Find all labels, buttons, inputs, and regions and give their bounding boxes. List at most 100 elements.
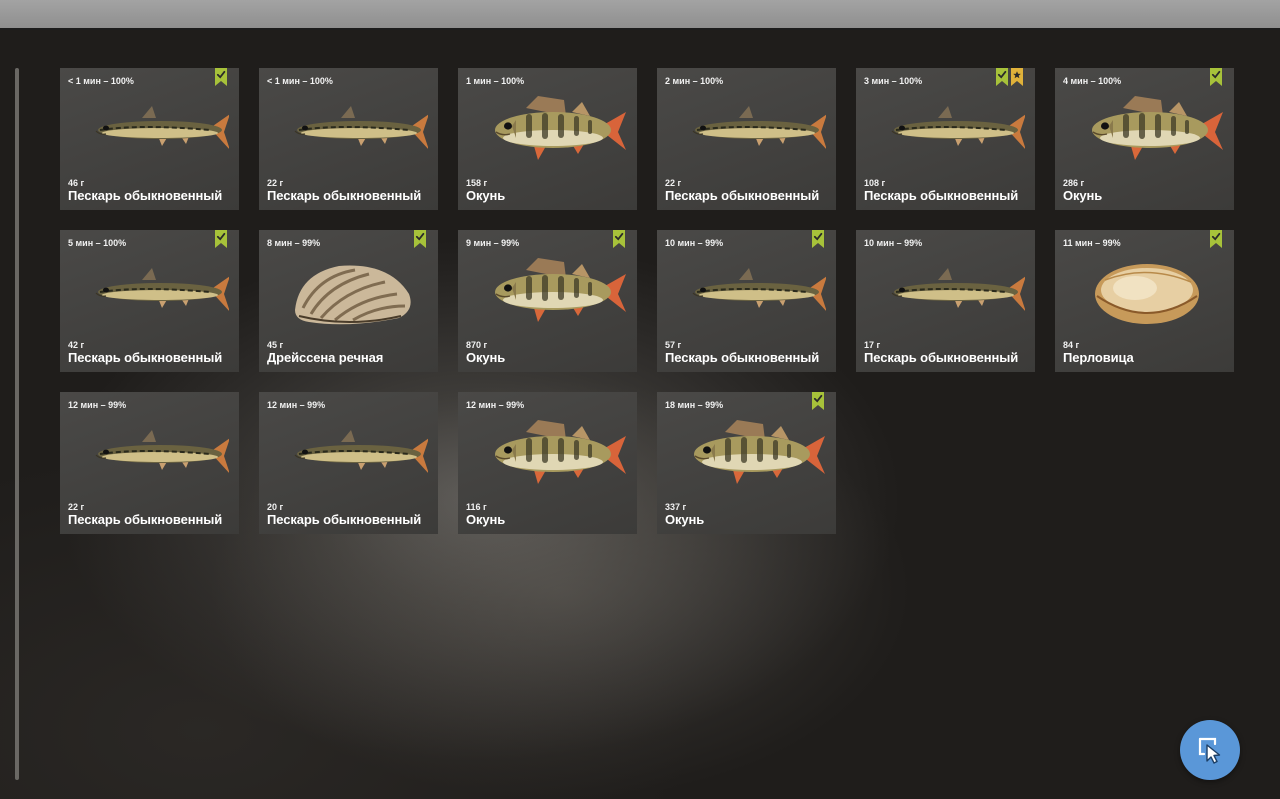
catch-image [495,420,626,484]
checkmark-bookmark-icon [215,230,227,248]
catch-image [294,106,428,149]
catch-image [495,96,626,160]
catch-time-quality: 5 мин – 100% [68,238,127,248]
catch-species-name: Окунь [466,350,506,365]
catch-image [692,106,826,149]
catch-time-quality: 10 мин – 99% [665,238,724,248]
catch-image [294,430,428,473]
checkmark-bookmark-icon [613,230,625,248]
checkmark-bookmark-icon [215,68,227,86]
badges [812,392,824,410]
catch-species-name: Пескарь обыкновенный [864,350,1019,365]
catch-weight: 46 г [68,178,85,188]
perch-drawing [1092,96,1223,160]
catch-card[interactable]: 12 мин – 99% 22 г Пескарь обыкновенный [60,392,239,534]
catch-card[interactable]: 5 мин – 100% 42 г Пескарь обыкновенный [60,230,239,372]
catch-image [95,106,229,149]
catch-species-name: Пескарь обыкновенный [665,188,820,203]
catch-card[interactable]: 12 мин – 99% 20 г Пескарь обыкновенный [259,392,438,534]
catch-weight: 337 г [665,502,687,512]
catch-weight: 42 г [68,340,85,350]
catch-card[interactable]: 1 мин – 100% 158 г Окунь [458,68,637,210]
gudgeon-drawing [891,106,1025,149]
catch-image [1092,96,1223,160]
catch-species-name: Дрейссена речная [267,350,384,365]
catch-image [891,268,1025,311]
checkmark-bookmark-icon [996,68,1008,86]
catch-time-quality: 9 мин – 99% [466,238,520,248]
gudgeon-drawing [95,268,229,311]
catch-image [891,106,1025,149]
catch-card[interactable]: 9 мин – 99% 870 г Окунь [458,230,637,372]
gudgeon-drawing [294,106,428,149]
catch-weight: 286 г [1063,178,1085,188]
badges [1210,230,1222,248]
catch-card[interactable]: 3 мин – 100% 108 г Пескарь обыкновенный [856,68,1035,210]
gudgeon-drawing [692,106,826,149]
zebra-mussel-drawing [295,265,411,325]
catch-image [95,268,229,311]
badges [1210,68,1222,86]
catch-grid: < 1 мин – 100% 46 г Пескарь обыкновенный… [60,68,1234,534]
checkmark-bookmark-icon [414,230,426,248]
catch-weight: 84 г [1063,340,1080,350]
catch-weight: 116 г [466,502,487,512]
catch-species-name: Окунь [466,512,506,527]
gudgeon-drawing [692,268,826,311]
catch-species-name: Окунь [665,512,705,527]
catch-time-quality: 11 мин – 99% [1063,238,1121,248]
badges [613,230,625,248]
badges [215,68,227,86]
catch-weight: 108 г [864,178,886,188]
catch-species-name: Окунь [1063,188,1103,203]
catch-species-name: Пескарь обыкновенный [68,350,223,365]
catch-card[interactable]: 18 мин – 99% 337 г Окунь [657,392,836,534]
checkmark-bookmark-icon [812,392,824,410]
perch-drawing [495,258,626,322]
catch-weight: 158 г [466,178,488,188]
checkmark-bookmark-icon [1210,230,1222,248]
catch-image [95,430,229,473]
cursor-select-icon [1198,737,1221,764]
catch-time-quality: 12 мин – 99% [466,400,525,410]
gudgeon-drawing [95,430,229,473]
checkmark-bookmark-icon [812,230,824,248]
catch-species-name: Пескарь обыкновенный [864,188,1019,203]
catch-weight: 22 г [665,178,682,188]
catch-time-quality: 4 мин – 100% [1063,76,1122,86]
trophy-star-icon [1011,68,1023,86]
catch-image [1095,264,1199,324]
top-bar [0,0,1280,30]
catch-image [694,420,825,484]
catch-image [692,268,826,311]
catch-species-name: Пескарь обыкновенный [68,512,223,527]
catch-card[interactable]: < 1 мин – 100% 22 г Пескарь обыкновенный [259,68,438,210]
catch-time-quality: 1 мин – 100% [466,76,525,86]
checkmark-bookmark-icon [1210,68,1222,86]
catch-weight: 22 г [68,502,85,512]
catch-species-name: Пескарь обыкновенный [665,350,820,365]
catch-card[interactable]: 11 мин – 99% 84 г Перловица [1055,230,1234,372]
scrollbar[interactable] [15,68,19,780]
catch-time-quality: 12 мин – 99% [267,400,326,410]
badges [414,230,426,248]
catch-species-name: Окунь [466,188,506,203]
catch-time-quality: 8 мин – 99% [267,238,321,248]
catch-card[interactable]: 4 мин – 100% 286 г Окунь [1055,68,1234,210]
catch-card[interactable]: 2 мин – 100% 22 г Пескарь обыкновенный [657,68,836,210]
badges [812,230,824,248]
catch-species-name: Пескарь обыкновенный [68,188,223,203]
perch-drawing [495,420,626,484]
gudgeon-drawing [891,268,1025,311]
catch-weight: 17 г [864,340,881,350]
catch-card[interactable]: 12 мин – 99% 116 г Окунь [458,392,637,534]
catch-card[interactable]: < 1 мин – 100% 46 г Пескарь обыкновенный [60,68,239,210]
catch-card[interactable]: 8 мин – 99% 45 г Дрейссена речная [259,230,438,372]
cursor-select-button[interactable] [1180,720,1240,780]
catch-weight: 22 г [267,178,284,188]
catch-card[interactable]: 10 мин – 99% 17 г Пескарь обыкновенный [856,230,1035,372]
catch-card[interactable]: 10 мин – 99% 57 г Пескарь обыкновенный [657,230,836,372]
perch-drawing [495,96,626,160]
catch-time-quality: 2 мин – 100% [665,76,724,86]
catch-weight: 870 г [466,340,488,350]
